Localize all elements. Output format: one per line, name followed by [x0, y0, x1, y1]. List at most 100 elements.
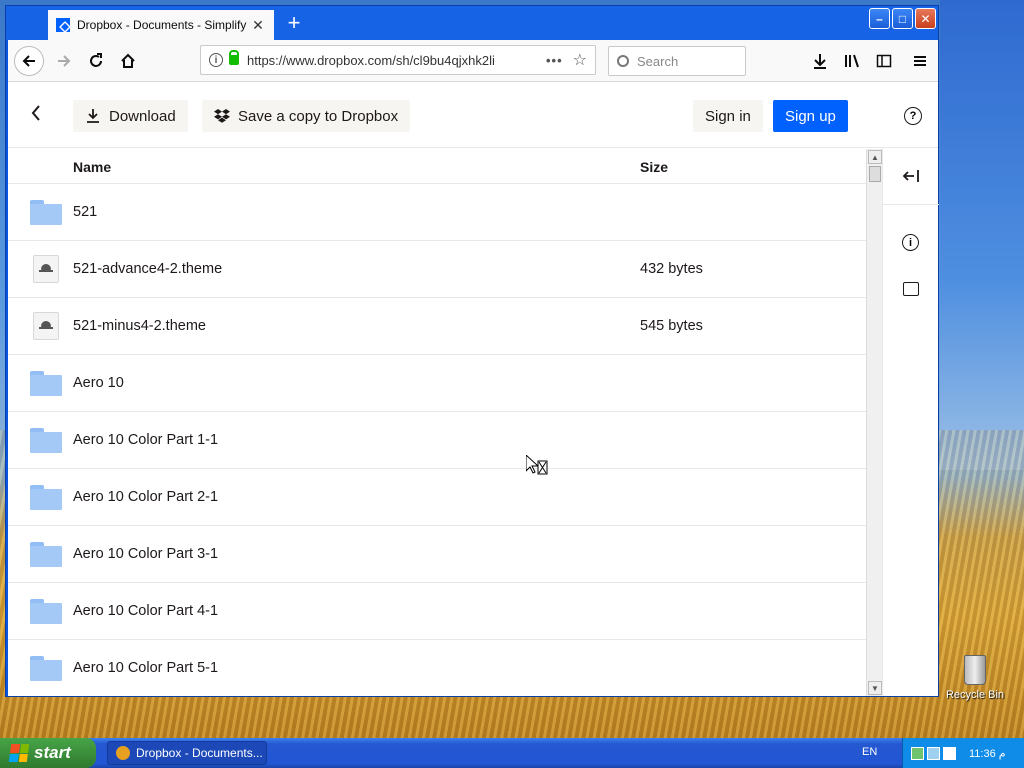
page-info-icon[interactable]: i	[209, 53, 223, 67]
taskbar: start Dropbox - Documents... EN 11:36 م	[0, 738, 1024, 768]
sign-in-button[interactable]: Sign in	[693, 100, 763, 132]
back-chevron-icon[interactable]	[30, 104, 50, 126]
sign-up-button[interactable]: Sign up	[773, 100, 848, 132]
right-rail: i	[882, 148, 939, 696]
home-icon	[121, 53, 135, 68]
bookmark-star-icon[interactable]: ☆	[573, 50, 587, 70]
file-name[interactable]: Aero 10	[73, 375, 124, 391]
recycle-bin[interactable]: Recycle Bin	[944, 655, 1006, 701]
url-text[interactable]: https://www.dropbox.com/sh/cl9bu4qjxhk2l…	[247, 53, 536, 68]
action-bar: Download Save a copy to Dropbox Sign in …	[8, 82, 938, 148]
file-name[interactable]: Aero 10 Color Part 4-1	[73, 603, 218, 619]
info-icon[interactable]: i	[902, 234, 919, 251]
file-rows: 521 521-advance4-2.theme 432 bytes 521-minu…	[8, 184, 866, 696]
secure-lock-icon	[229, 50, 239, 65]
column-header-size[interactable]: Size	[640, 159, 668, 175]
taskbar-item-dropbox[interactable]: Dropbox - Documents...	[107, 741, 267, 765]
tray-window-icon[interactable]	[943, 746, 956, 760]
file-row[interactable]: Aero 10 Color Part 5-1	[8, 640, 866, 696]
file-list-header: Name Size	[8, 149, 866, 184]
file-name[interactable]: 521	[73, 204, 97, 220]
back-button[interactable]	[14, 46, 44, 76]
clock: 11:36 م	[969, 747, 1006, 760]
back-arrow-icon	[22, 55, 35, 67]
file-size: 545 bytes	[640, 318, 703, 334]
file-name[interactable]: Aero 10 Color Part 5-1	[73, 660, 218, 676]
start-label: start	[34, 743, 71, 762]
file-row[interactable]: 521-advance4-2.theme 432 bytes	[8, 241, 866, 298]
file-list-scrollbar[interactable]: ▲ ▼	[866, 149, 882, 696]
scroll-up-arrow-icon[interactable]: ▲	[868, 150, 882, 164]
library-button[interactable]	[838, 47, 866, 75]
tab-strip: Dropbox - Documents - Simplify yo ✕ + – …	[6, 6, 938, 40]
downloads-button[interactable]	[806, 47, 834, 75]
reload-button[interactable]	[82, 47, 110, 75]
file-name[interactable]: Aero 10 Color Part 3-1	[73, 546, 218, 562]
scrollbar-thumb[interactable]	[869, 166, 881, 182]
sidebar-toggle-button[interactable]	[870, 47, 898, 75]
search-placeholder: Search	[637, 53, 679, 69]
search-icon	[617, 55, 629, 67]
file-row[interactable]: Aero 10 Color Part 3-1	[8, 526, 866, 583]
sign-up-label: Sign up	[785, 107, 836, 125]
file-row[interactable]: Aero 10	[8, 355, 866, 412]
desktop-sky	[940, 0, 1024, 470]
download-button[interactable]: Download	[73, 100, 188, 132]
collapse-panel-icon[interactable]	[883, 148, 939, 205]
tray-network-icon[interactable]	[911, 746, 924, 760]
help-icon[interactable]: ?	[904, 107, 922, 125]
scroll-down-arrow-icon[interactable]: ▼	[868, 681, 882, 695]
file-name[interactable]: Aero 10 Color Part 2-1	[73, 489, 218, 505]
file-row[interactable]: Aero 10 Color Part 4-1	[8, 583, 866, 640]
file-name[interactable]: 521-advance4-2.theme	[73, 261, 222, 277]
file-size: 432 bytes	[640, 261, 703, 277]
folder-icon	[30, 371, 62, 396]
forward-button[interactable]	[50, 47, 78, 75]
window-controls: – □ ✕	[869, 8, 936, 29]
file-row[interactable]: 521	[8, 184, 866, 241]
file-row[interactable]: 521-minus4-2.theme 545 bytes	[8, 298, 866, 355]
address-bar[interactable]: i https://www.dropbox.com/sh/cl9bu4qjxhk…	[200, 45, 596, 75]
forward-arrow-icon	[58, 55, 71, 67]
maximize-button[interactable]: □	[892, 8, 913, 29]
file-name[interactable]: Aero 10 Color Part 1-1	[73, 432, 218, 448]
download-arrow-icon	[814, 54, 826, 69]
search-input[interactable]: Search	[608, 46, 746, 76]
theme-file-icon	[30, 312, 59, 340]
dropbox-page: Download Save a copy to Dropbox Sign in …	[8, 82, 939, 696]
dropbox-logo-icon	[214, 109, 230, 123]
folder-icon	[30, 200, 62, 225]
page-actions-menu-icon[interactable]: •••	[546, 53, 563, 68]
close-window-button[interactable]: ✕	[915, 8, 936, 29]
file-row[interactable]: Aero 10 Color Part 1-1	[8, 412, 866, 469]
tab-dropbox[interactable]: Dropbox - Documents - Simplify yo ✕	[48, 10, 274, 40]
file-row[interactable]: Aero 10 Color Part 2-1	[8, 469, 866, 526]
tab-close-icon[interactable]: ✕	[250, 17, 266, 34]
browser-window: Dropbox - Documents - Simplify yo ✕ + – …	[5, 5, 939, 697]
taskbar-item-label: Dropbox - Documents...	[136, 746, 263, 760]
comment-icon[interactable]	[903, 282, 919, 296]
folder-icon	[30, 656, 62, 681]
language-indicator[interactable]: EN	[862, 746, 877, 758]
dropbox-favicon-icon	[56, 18, 70, 32]
recycle-bin-icon	[964, 655, 986, 685]
home-button[interactable]	[114, 47, 142, 75]
theme-file-icon	[30, 255, 59, 283]
menu-button[interactable]	[906, 47, 934, 75]
folder-icon	[30, 485, 62, 510]
start-button[interactable]: start	[0, 738, 96, 768]
minimize-button[interactable]: –	[869, 8, 890, 29]
tray-display-icon[interactable]	[927, 746, 940, 760]
library-icon	[845, 54, 859, 68]
new-tab-button[interactable]: +	[282, 12, 306, 36]
sign-in-label: Sign in	[705, 107, 751, 125]
folder-icon	[30, 428, 62, 453]
folder-icon	[30, 542, 62, 567]
windows-logo-icon	[8, 744, 30, 762]
file-name[interactable]: 521-minus4-2.theme	[73, 318, 206, 334]
download-icon	[87, 109, 99, 123]
save-copy-label: Save a copy to Dropbox	[238, 107, 399, 125]
reload-icon	[90, 53, 102, 67]
column-header-name[interactable]: Name	[73, 159, 111, 175]
save-copy-button[interactable]: Save a copy to Dropbox	[202, 100, 411, 132]
